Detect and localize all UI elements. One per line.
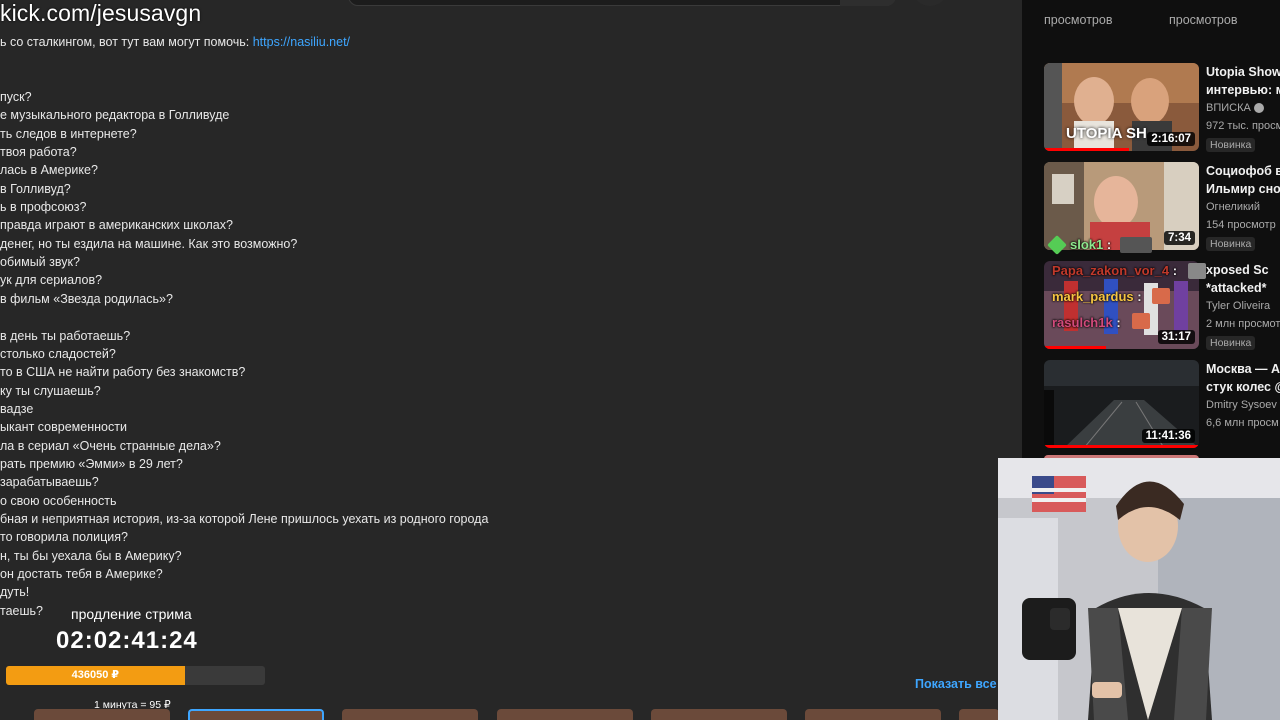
description-line (0, 70, 488, 88)
view-count: 972 тыс. просм (1206, 120, 1280, 132)
description-line: в день ты работаешь? (0, 328, 131, 343)
video-thumbnail[interactable]: UTOPIA SH 2:16:07 (1044, 63, 1199, 151)
clip-thumbnail[interactable] (342, 709, 478, 720)
related-video-4[interactable]: 11:41:36 Москва — А стук колес @ Dmitry … (1044, 360, 1280, 448)
channel-name[interactable]: Tyler Oliveira (1206, 297, 1280, 315)
video-title[interactable]: Москва — А (1206, 360, 1280, 378)
description-line: в Голливуд? (0, 181, 71, 196)
description-line: ь в профсоюз? (0, 200, 87, 215)
description-line: н, ты бы уехала бы в Америку? (0, 548, 182, 563)
description-line: е музыкального редактора в Голливуде (0, 108, 230, 123)
description-line: ыкант современности (0, 420, 127, 435)
clip-thumbnail[interactable] (959, 709, 999, 720)
description-line: то говорила полиция? (0, 530, 128, 545)
description-line: ть следов в интернете? (0, 126, 137, 141)
views-label: просмотров (1169, 13, 1238, 27)
chat-emote (1152, 288, 1170, 304)
description-line: пуск? (0, 90, 32, 105)
streamer-webcam (998, 458, 1280, 720)
clip-thumbnail[interactable] (34, 709, 170, 720)
video-title[interactable]: xposed Sc (1206, 261, 1280, 279)
new-badge: Новинка (1206, 237, 1256, 251)
clip-thumbnail[interactable] (651, 709, 787, 720)
voice-search-button[interactable] (914, 0, 946, 6)
view-count: 6,6 млн просм (1206, 417, 1279, 429)
description-line (0, 308, 488, 326)
description-line: вадзе (0, 401, 34, 416)
clip-thumbnail-selected[interactable] (188, 709, 324, 720)
thumbnail-text: UTOPIA SH (1066, 125, 1147, 142)
chat-username: slok1 : (1070, 237, 1112, 252)
video-title-line2[interactable]: Ильмир сно (1206, 180, 1280, 198)
new-badge: Новинка (1206, 336, 1256, 350)
description-text: ь со сталкингом, вот тут вам могут помоч… (0, 33, 488, 620)
chat-emote (1132, 313, 1150, 329)
description-link[interactable]: https://nasiliu.net/ (253, 35, 350, 49)
description-line: то в США не найти работу без знакомств? (0, 365, 246, 380)
verified-icon (1253, 103, 1264, 114)
subathon-amount: 436050 ₽ (71, 669, 120, 681)
video-title[interactable]: Utopia Show (1206, 63, 1280, 81)
description-line (0, 51, 488, 69)
description-line: он достать тебя в Америке? (0, 566, 163, 581)
description-line: денег, но ты ездила на машине. Как это в… (0, 236, 298, 251)
video-duration: 31:17 (1157, 330, 1195, 344)
search-bar[interactable] (348, 0, 896, 6)
new-badge: Новинка (1206, 138, 1256, 152)
clip-thumbnail[interactable] (805, 709, 941, 720)
description-line: рать премию «Эмми» в 29 лет? (0, 456, 183, 471)
description-line: ук для сериалов? (0, 273, 103, 288)
channel-name[interactable]: Огнеликий (1206, 198, 1280, 216)
video-title-line2[interactable]: интервью: м (1206, 81, 1280, 99)
description-line: лась в Америке? (0, 163, 98, 178)
watch-progress (1044, 346, 1106, 349)
channel-url-overlay: kick.com/jesusavgn (0, 0, 202, 26)
video-title-line2[interactable]: стук колес @ (1206, 378, 1280, 396)
watch-progress (1044, 148, 1130, 151)
video-thumbnail[interactable]: 11:41:36 (1044, 360, 1199, 448)
description-line: столько сладостей? (0, 346, 116, 361)
video-duration: 11:41:36 (1141, 429, 1195, 443)
video-duration: 2:16:07 (1147, 132, 1195, 146)
subathon-label: продление стрима (71, 606, 192, 622)
description-line: в фильм «Звезда родилась»? (0, 291, 173, 306)
related-video-1[interactable]: UTOPIA SH 2:16:07 Utopia Show интервью: … (1044, 63, 1280, 152)
chat-username: mark_pardus : (1052, 289, 1142, 304)
chat-emote (1120, 237, 1152, 253)
description-line: правда играют в американских школах? (0, 218, 233, 233)
search-button[interactable] (840, 0, 896, 6)
views-label: просмотров (1044, 13, 1113, 27)
clip-thumbnail[interactable] (497, 709, 633, 720)
description-line: ь со сталкингом, вот тут вам могут помоч… (0, 35, 351, 49)
chat-username: rasulch1k : (1052, 315, 1121, 330)
description-line: обимый звук? (0, 255, 80, 270)
description-line: о свою особенность (0, 493, 117, 508)
chat-emote (1188, 263, 1206, 279)
description-line: бная и неприятная история, из-за которой… (0, 511, 489, 526)
description-line: твоя работа? (0, 145, 77, 160)
channel-name[interactable]: Dmitry Sysoev (1206, 396, 1280, 414)
view-count: 154 просмотр (1206, 219, 1276, 231)
chat-username: Papa_zakon_vor_4 : (1052, 263, 1178, 278)
description-line: ку ты слушаешь? (0, 383, 101, 398)
show-all-link[interactable]: Показать все (915, 677, 997, 691)
video-duration: 7:34 (1163, 231, 1195, 245)
description-line: ла в сериал «Очень странные дела»? (0, 438, 221, 453)
video-title-line2[interactable]: *attacked* (1206, 279, 1280, 297)
video-description-panel: ь со сталкингом, вот тут вам могут помоч… (0, 0, 1022, 720)
description-line: зарабатываешь? (0, 475, 99, 490)
video-title[interactable]: Социофоб в (1206, 162, 1280, 180)
channel-name[interactable]: ВПИСКА (1206, 99, 1280, 117)
subathon-timer: 02:02:41:24 (56, 627, 198, 654)
description-line: дуть! (0, 585, 30, 600)
view-count: 2 млн просмот (1206, 318, 1280, 330)
subathon-progress-bar: 436050 ₽ (6, 666, 265, 685)
watch-progress (1044, 445, 1199, 448)
